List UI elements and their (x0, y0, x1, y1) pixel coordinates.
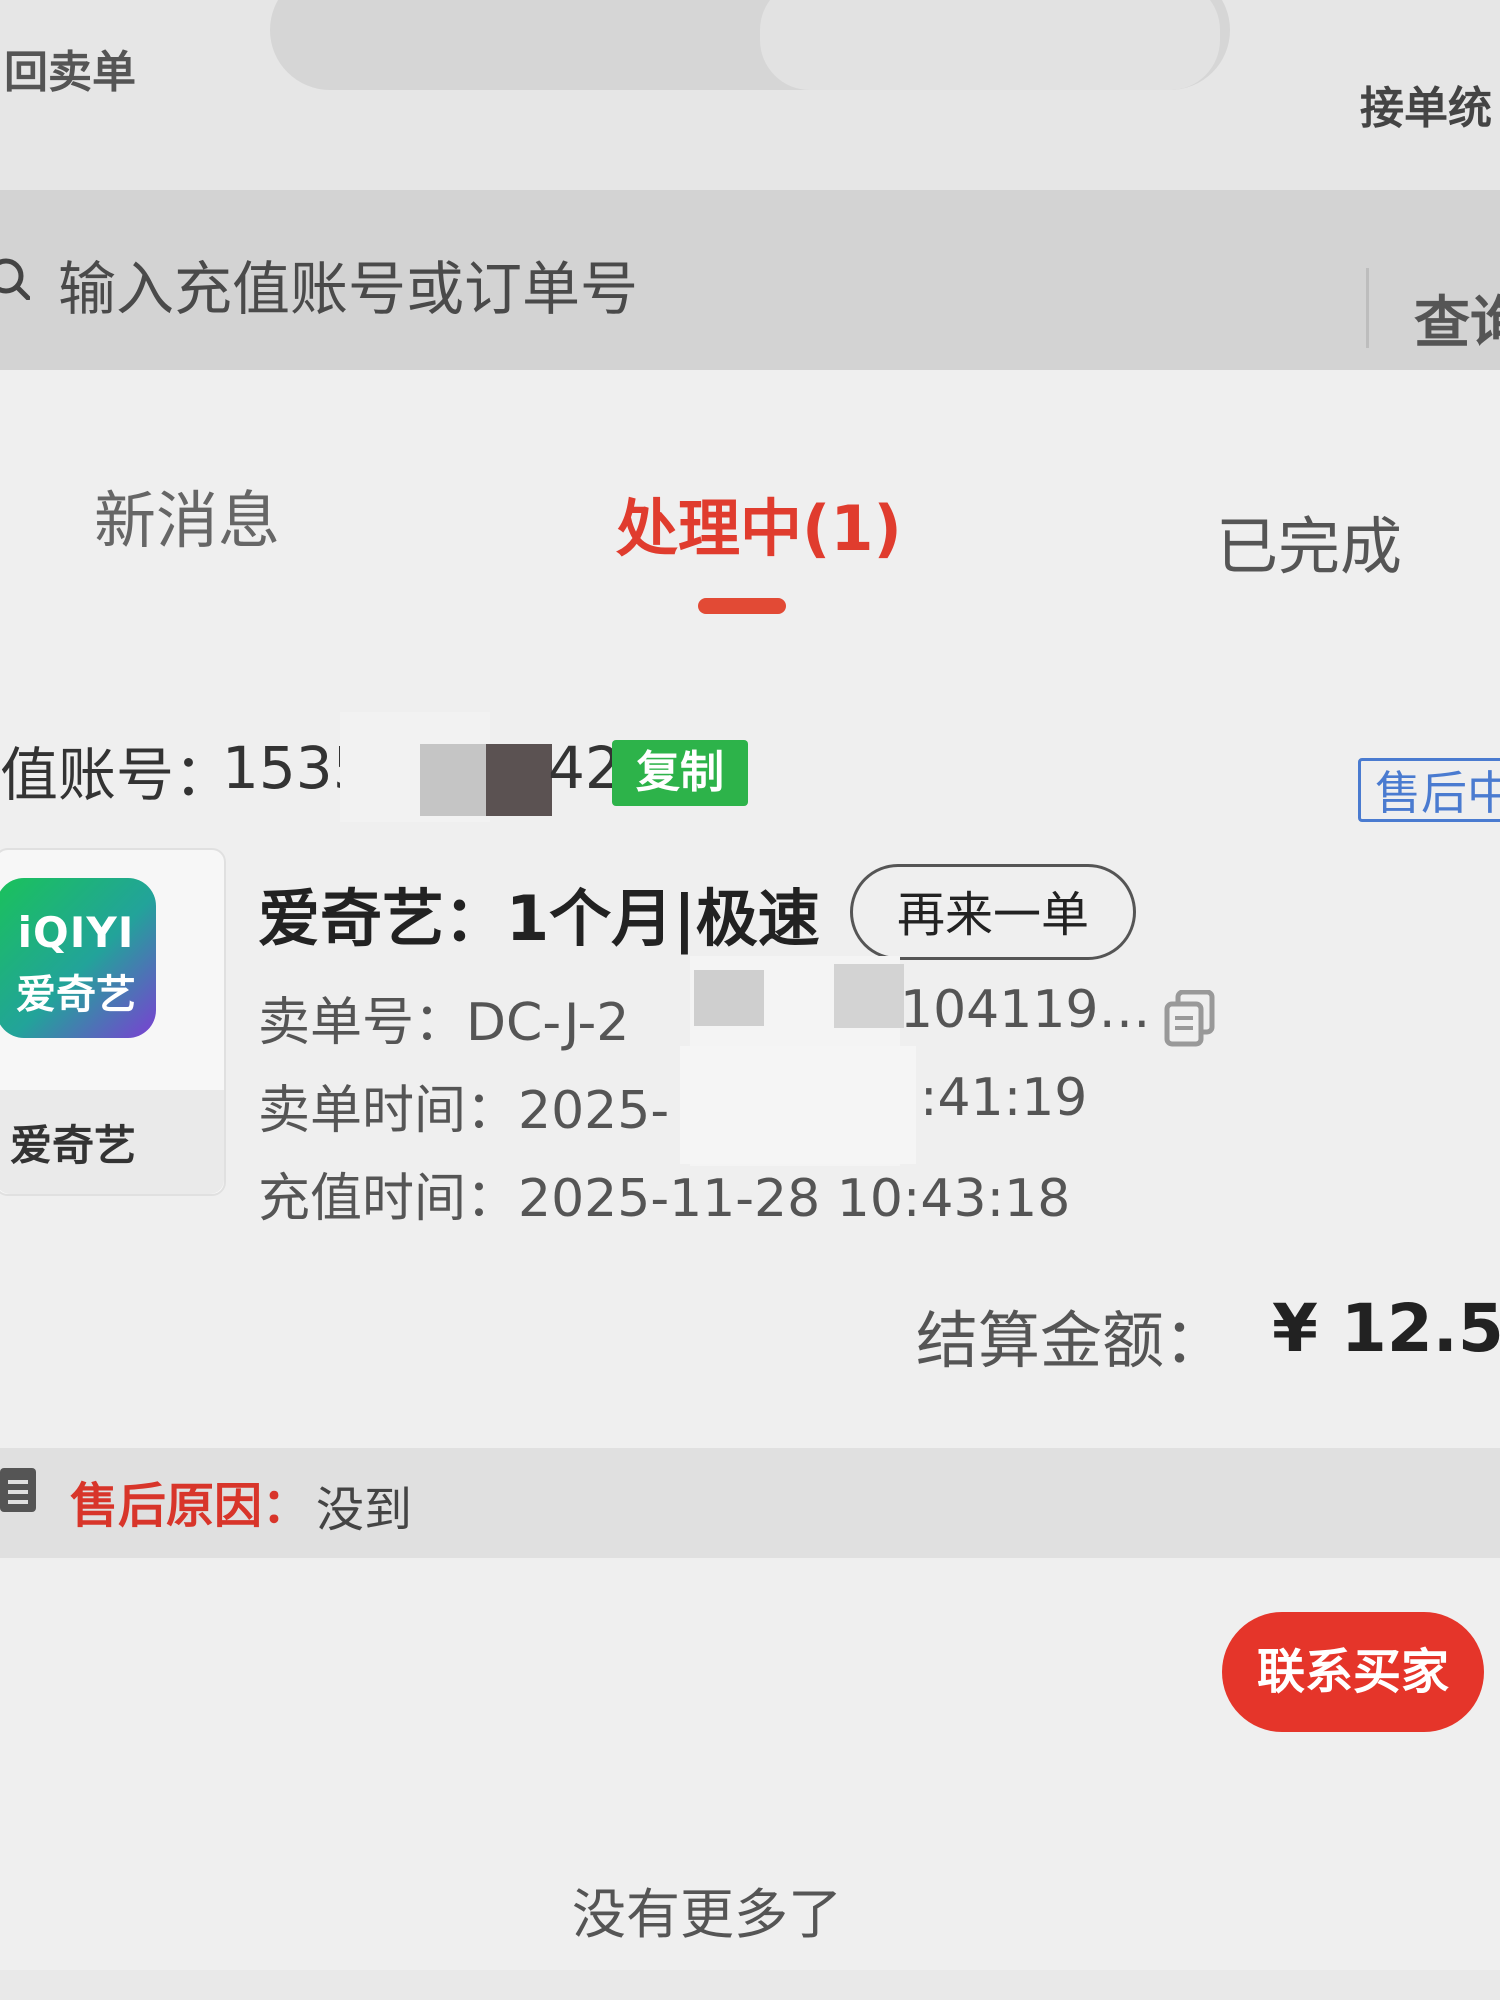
tab-new-messages[interactable]: 新消息 (94, 470, 280, 560)
charge-time: 充值时间：2025-11-28 10:43:18 (258, 1156, 1070, 1231)
tab-processing[interactable]: 处理中(1) (616, 478, 902, 568)
charge-time-label: 充值时间： (258, 1169, 519, 1229)
sell-time-label: 卖单时间： (258, 1081, 519, 1141)
account-value-tail: 42 (548, 734, 622, 802)
redaction-mask (680, 1046, 916, 1164)
order-stats-link[interactable]: 接单统 (1360, 72, 1492, 136)
tab-completed[interactable]: 已完成 (1216, 496, 1402, 586)
sell-order-number-label: 卖单号： (258, 993, 467, 1053)
charge-time-value: 2025-11-28 10:43:18 (518, 1169, 1071, 1229)
iqiyi-logo-icon: iQIYI 爱奇艺 (0, 878, 156, 1038)
active-tab-indicator (698, 598, 786, 614)
sell-time-value: 2025- (518, 1081, 670, 1141)
back-to-sell-orders-link[interactable]: 回卖单 (4, 36, 136, 100)
settlement-amount: ¥ 12.56 (1272, 1290, 1500, 1367)
list-icon (0, 1468, 36, 1512)
copy-account-button[interactable]: 复制 (612, 740, 748, 806)
app-logo-card: iQIYI 爱奇艺 爱奇艺 (0, 848, 226, 1196)
sell-order-number-value: DC-J-2 (466, 993, 630, 1053)
top-segment-active[interactable] (760, 0, 1220, 90)
search-input[interactable]: 输入充值账号或订单号 (58, 242, 638, 326)
account-label: 值账号： (0, 741, 233, 809)
after-sale-reason-label: 售后原因： (70, 1478, 311, 1534)
settlement-label: 结算金额： (916, 1304, 1227, 1377)
logo-text-cn: 爱奇艺 (16, 972, 136, 1018)
app-name: 爱奇艺 (10, 1121, 137, 1170)
sell-order-number: 卖单号：DC-J-2 (258, 980, 629, 1055)
redaction-mask (694, 970, 764, 1026)
after-sale-reason-value: 没到 (316, 1482, 413, 1538)
redaction-mask (420, 744, 490, 816)
sell-order-number-tail: 104119… (900, 980, 1151, 1040)
search-button[interactable]: 查询 (1414, 278, 1500, 359)
redaction-mask (834, 964, 904, 1028)
sell-time: 卖单时间：2025- (258, 1068, 669, 1143)
reorder-button[interactable]: 再来一单 (850, 864, 1136, 960)
redaction-mask (486, 744, 552, 816)
search-icon (0, 258, 30, 300)
status-badge: 售后中 (1358, 758, 1500, 822)
sell-time-tail: :41:19 (920, 1068, 1088, 1128)
contact-buyer-button[interactable]: 联系买家 (1222, 1612, 1484, 1732)
product-title: 爱奇艺：1个月|极速 (258, 882, 820, 955)
search-divider (1366, 268, 1369, 348)
copy-icon[interactable] (1164, 990, 1216, 1048)
end-of-list-text: 没有更多了 (572, 1883, 842, 1946)
logo-text-en: iQIYI (17, 908, 135, 957)
